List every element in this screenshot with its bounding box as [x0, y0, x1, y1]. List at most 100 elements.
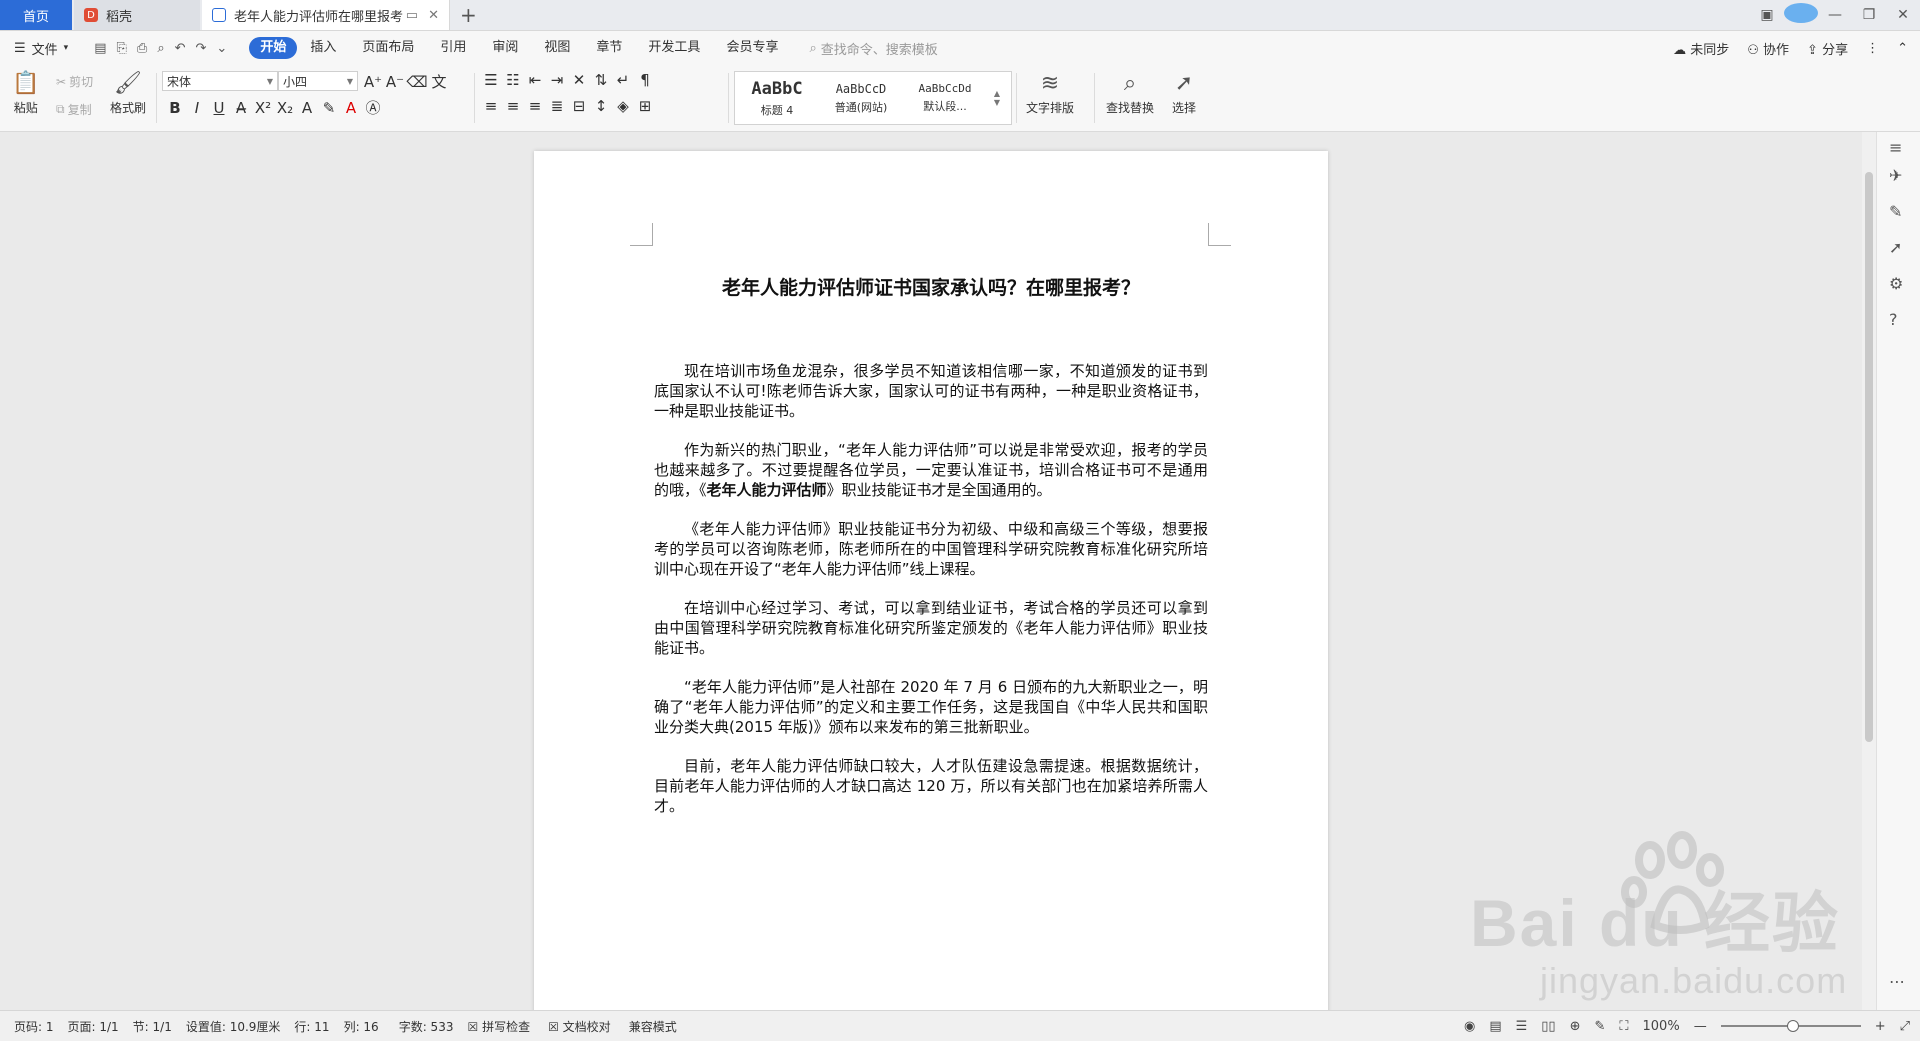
web-view-icon[interactable]: ⊕ [1570, 1019, 1581, 1034]
undo-icon[interactable]: ↶ [175, 41, 186, 56]
outline-view-icon[interactable]: ☰ [1516, 1019, 1528, 1034]
char-border-icon[interactable]: Ⓐ [362, 97, 384, 118]
page-view-icon[interactable]: ▤ [1489, 1019, 1501, 1034]
font-color-icon[interactable]: A [340, 99, 362, 117]
share-button[interactable]: ⇪ 分享 [1807, 39, 1848, 58]
text-layout-button[interactable]: ≋ 文字排版 [1026, 69, 1074, 116]
italic-icon[interactable]: I [186, 99, 208, 117]
tab-insert[interactable]: 插入 [297, 37, 349, 59]
status-page-no[interactable]: 页码: 1 [14, 1018, 54, 1035]
pen-icon[interactable]: ✎ [1889, 202, 1902, 221]
tab-start[interactable]: 开始 [249, 37, 298, 59]
rocket-icon[interactable]: ✈ [1889, 166, 1902, 185]
fullscreen-icon[interactable]: ⤢ [1900, 1019, 1910, 1034]
highlight-icon[interactable]: ✎ [318, 99, 340, 117]
tab-developer[interactable]: 开发工具 [635, 37, 713, 59]
status-words[interactable]: 字数: 533 [399, 1018, 454, 1035]
shrink-font-icon[interactable]: A⁻ [384, 73, 406, 91]
customize-icon[interactable]: ⌄ [216, 41, 227, 56]
more-icon[interactable]: ⋮ [1866, 41, 1879, 56]
layout-icon[interactable]: ▣ [1750, 7, 1784, 23]
new-tab-button[interactable]: + [460, 3, 477, 27]
help-icon[interactable]: ? [1889, 310, 1898, 329]
export-icon[interactable]: ⎘ [117, 41, 127, 56]
spell-check-button[interactable]: ☒ 拼写检查 [467, 1018, 530, 1035]
scrollbar-thumb[interactable] [1865, 172, 1873, 742]
tab-reference[interactable]: 引用 [427, 37, 479, 59]
format-painter-button[interactable]: 🖌 格式刷 [110, 69, 146, 116]
redo-icon[interactable]: ↷ [196, 41, 207, 56]
read-view-icon[interactable]: ▯▯ [1541, 1019, 1555, 1034]
text-effect-icon[interactable]: A [296, 99, 318, 117]
decrease-indent-icon[interactable]: ⇤ [524, 71, 546, 89]
sort-icon[interactable]: ⇅ [590, 71, 612, 89]
underline-icon[interactable]: U [208, 99, 230, 117]
file-menu[interactable]: ☰ 文件 ▾ [14, 39, 68, 58]
strikethrough-icon[interactable]: A̶ [230, 99, 252, 117]
align-left-icon[interactable]: ≡ [480, 97, 502, 115]
write-view-icon[interactable]: ✎ [1595, 1019, 1606, 1034]
chinese-layout-icon[interactable]: ✕ [568, 71, 590, 89]
zoom-slider[interactable] [1720, 1020, 1861, 1032]
align-right-icon[interactable]: ≡ [524, 97, 546, 115]
line-break-icon[interactable]: ↵ [612, 71, 634, 89]
distribute-icon[interactable]: ⊟ [568, 97, 590, 115]
document-page[interactable]: 老年人能力评估师证书国家承认吗？在哪里报考？ 现在培训市场鱼龙混杂，很多学员不知… [534, 151, 1328, 1021]
cut-button[interactable]: ✂ 剪切 [56, 73, 93, 90]
tab-chapter[interactable]: 章节 [583, 37, 635, 59]
subscript-icon[interactable]: X₂ [274, 99, 296, 117]
align-center-icon[interactable]: ≡ [502, 97, 524, 115]
justify-icon[interactable]: ≣ [546, 97, 568, 115]
clear-format-icon[interactable]: ⌫ [406, 73, 428, 91]
menu-lines-icon[interactable]: ≡ [1889, 138, 1902, 157]
borders-icon[interactable]: ⊞ [634, 97, 656, 115]
show-marks-icon[interactable]: ¶ [634, 71, 656, 89]
grow-font-icon[interactable]: A⁺ [362, 73, 384, 91]
font-name-select[interactable]: 宋体 ▼ [162, 71, 278, 91]
shading-icon[interactable]: ◈ [612, 97, 634, 115]
fit-page-icon[interactable]: ⛶ [1619, 1019, 1628, 1034]
paste-button[interactable]: 📋 粘贴 [12, 69, 39, 116]
restore-icon[interactable]: ❐ [1852, 7, 1886, 23]
tab-daoke[interactable]: D 稻壳 [74, 0, 200, 30]
collapse-ribbon-icon[interactable]: ⌃ [1897, 41, 1908, 56]
style-normal-web[interactable]: AaBbCcD 普通(网站) [819, 72, 903, 124]
zoom-knob[interactable] [1786, 1020, 1799, 1032]
increase-indent-icon[interactable]: ⇥ [546, 71, 568, 89]
print-preview-icon[interactable]: ⌕ [157, 41, 164, 56]
tab-page-layout[interactable]: 页面布局 [349, 37, 427, 59]
tab-document[interactable]: W 老年人能力评估师在哪里报考 ▭ ✕ [202, 0, 450, 30]
tab-home[interactable]: 首页 [0, 0, 72, 30]
document-body[interactable]: 现在培训市场鱼龙混杂，很多学员不知道该相信哪一家，不知道颁发的证书到底国家认不认… [654, 361, 1208, 835]
status-section[interactable]: 节: 1/1 [133, 1018, 172, 1035]
tab-review[interactable]: 审阅 [479, 37, 531, 59]
styles-scroll[interactable]: ▲ ▼ [987, 72, 1007, 124]
zoom-in-icon[interactable]: + [1875, 1019, 1886, 1034]
style-heading4[interactable]: AaBbC 标题 4 [735, 72, 819, 124]
command-search[interactable]: ⌕ 查找命令、搜索模板 [809, 39, 937, 58]
line-spacing-icon[interactable]: ↕ [590, 97, 612, 115]
zoom-out-icon[interactable]: — [1694, 1019, 1707, 1034]
tab-member[interactable]: 会员专享 [713, 37, 791, 59]
avatar[interactable] [1784, 3, 1818, 27]
tab-view[interactable]: 视图 [531, 37, 583, 59]
pointer-icon[interactable]: ➚ [1889, 238, 1902, 257]
find-replace-button[interactable]: ⌕ 查找替换 [1106, 69, 1154, 116]
superscript-icon[interactable]: X² [252, 99, 274, 117]
close-window-icon[interactable]: ✕ [1886, 7, 1920, 23]
print-icon[interactable]: ⎙ [137, 41, 147, 56]
close-tab-icon[interactable]: ✕ [428, 8, 439, 23]
save-icon[interactable]: ▤ [94, 41, 106, 56]
proofread-button[interactable]: ☒ 文档校对 [548, 1018, 611, 1035]
style-default-para[interactable]: AaBbCcDd 默认段... [903, 72, 987, 124]
collab-button[interactable]: ⚇ 协作 [1747, 39, 1789, 58]
sync-button[interactable]: ☁ 未同步 [1673, 39, 1729, 58]
phonetic-icon[interactable]: 文 [428, 71, 450, 92]
copy-button[interactable]: ⧉ 复制 [56, 101, 92, 118]
status-pages[interactable]: 页面: 1/1 [68, 1018, 119, 1035]
bullet-list-icon[interactable]: ☰ [480, 71, 502, 89]
select-button[interactable]: ➚ 选择 [1172, 69, 1196, 116]
bold-icon[interactable]: B [164, 99, 186, 117]
eye-icon[interactable]: ◉ [1464, 1019, 1475, 1034]
pin-icon[interactable]: ▭ [406, 8, 418, 23]
